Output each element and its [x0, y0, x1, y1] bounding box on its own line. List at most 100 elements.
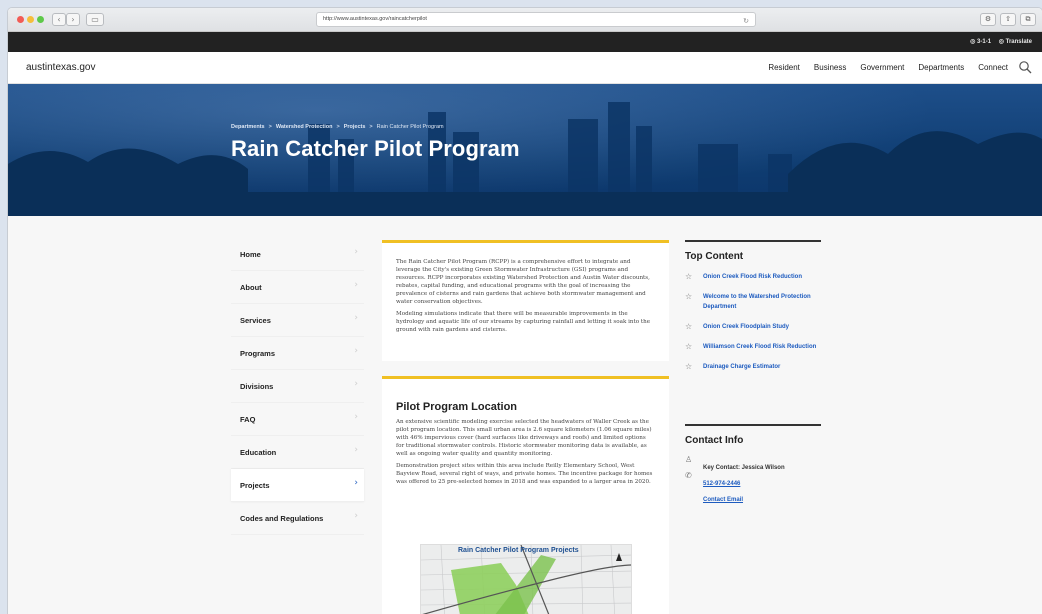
intro-paragraph: The Rain Catcher Pilot Program (RCPP) is…: [396, 259, 650, 305]
star-icon: ☆: [685, 272, 693, 281]
divider: [685, 240, 821, 242]
top-content-link[interactable]: Welcome to the Watershed Protection Depa…: [703, 292, 821, 312]
chevron-right-icon: ›: [354, 313, 358, 323]
breadcrumb-current: Rain Catcher Pilot Program: [376, 124, 444, 130]
forward-button[interactable]: ›: [66, 13, 80, 26]
top-content-item: ☆ Welcome to the Watershed Protection Dep…: [685, 292, 821, 312]
nav-resident[interactable]: Resident: [768, 63, 800, 72]
top-content-item: ☆ Williamson Creek Flood Risk Reduction: [685, 342, 821, 352]
sidebar-item-education[interactable]: Education ›: [231, 436, 364, 469]
chevron-right-icon: ›: [354, 247, 358, 257]
chevron-right-icon: ›: [354, 478, 358, 488]
phone-icon: ✆: [685, 471, 692, 480]
chevron-right-icon: ›: [354, 445, 358, 455]
email-row: Contact Email: [685, 488, 821, 503]
phone-row: ✆ 512-974-2446: [685, 471, 821, 487]
url-text: http://www.austintexas.gov/raincatcherpi…: [323, 16, 427, 22]
sidebar-item-about[interactable]: About ›: [231, 271, 364, 304]
search-icon[interactable]: [1018, 60, 1032, 74]
sidebar-nav: Home › About › Services › Programs › Divisio…: [231, 238, 364, 535]
reload-icon[interactable]: ↻: [743, 15, 749, 28]
star-icon: ☆: [685, 362, 693, 371]
translate-link[interactable]: ◎ Translate: [999, 39, 1032, 45]
intro-card: The Rain Catcher Pilot Program (RCPP) is…: [382, 240, 669, 361]
top-content-link[interactable]: Onion Creek Floodplain Study: [703, 322, 821, 332]
breadcrumb-separator: >: [268, 124, 272, 130]
site-header: austintexas.gov Resident Business Govern…: [8, 52, 1042, 84]
sidebar-toggle-button[interactable]: ▭: [86, 13, 104, 26]
star-icon: ☆: [685, 292, 693, 301]
city-skyline-image: [8, 102, 1042, 216]
breadcrumb: Departments > Watershed Protection > Project…: [231, 124, 444, 130]
top-content-link[interactable]: Williamson Creek Flood Risk Reduction: [703, 342, 821, 352]
breadcrumb-separator: >: [369, 124, 373, 130]
sidebar-item-label: Projects: [240, 481, 270, 490]
chevron-right-icon: ›: [354, 511, 358, 521]
sidebar-item-label: Programs: [240, 349, 276, 358]
contact-email-link[interactable]: Contact Email: [703, 497, 743, 503]
location-paragraph: An extensive scientific modeling exercis…: [396, 419, 652, 457]
star-icon: ☆: [685, 342, 693, 351]
phone-link[interactable]: 512-974-2446: [703, 481, 740, 487]
sidebar-item-services[interactable]: Services ›: [231, 304, 364, 337]
key-contact-text: Key Contact: Jessica Wilson: [703, 465, 785, 471]
hero-banner: Departments > Watershed Protection > Project…: [8, 84, 1042, 216]
top-content-link[interactable]: Drainage Charge Estimator: [703, 362, 821, 372]
sidebar-item-label: Services: [240, 316, 271, 325]
browser-toolbar: ‹ › ▭ http://www.austintexas.gov/raincat…: [8, 8, 1042, 32]
location-paragraph: Demonstration project sites within this …: [396, 463, 653, 485]
close-window-button[interactable]: [17, 16, 24, 23]
phone-311-link[interactable]: ◎ 3-1-1: [970, 39, 991, 45]
minimize-window-button[interactable]: [27, 16, 34, 23]
top-content-link[interactable]: Onion Creek Flood Risk Reduction: [703, 272, 821, 282]
top-content-item: ☆ Onion Creek Floodplain Study: [685, 322, 821, 332]
phone-311-label: 3-1-1: [977, 39, 992, 45]
nav-departments[interactable]: Departments: [918, 63, 964, 72]
sidebar-item-divisions[interactable]: Divisions ›: [231, 370, 364, 403]
site-logo[interactable]: austintexas.gov: [26, 62, 96, 73]
sidebar-item-home[interactable]: Home ›: [231, 238, 364, 271]
breadcrumb-departments[interactable]: Departments: [231, 124, 265, 130]
utility-bar: ◎ 3-1-1 ◎ Translate: [8, 32, 1042, 52]
sidebar-item-label: Education: [240, 448, 277, 457]
sidebar-item-label: Home: [240, 250, 261, 259]
location-heading: Pilot Program Location: [396, 401, 518, 413]
settings-icon[interactable]: ⚙: [980, 13, 996, 26]
sidebar-item-projects[interactable]: Projects ›: [231, 469, 364, 502]
sidebar-item-label: Divisions: [240, 382, 274, 391]
maximize-window-button[interactable]: [37, 16, 44, 23]
browser-window: ‹ › ▭ http://www.austintexas.gov/raincat…: [8, 8, 1042, 614]
sidebar-item-codes-and-regulations[interactable]: Codes and Regulations ›: [231, 502, 364, 535]
chevron-right-icon: ›: [354, 280, 358, 290]
sidebar-item-label: FAQ: [240, 415, 256, 424]
intro-paragraph: Modeling simulations indicate that there…: [396, 311, 651, 333]
main-content: Home › About › Services › Programs › Divisio…: [8, 216, 1042, 614]
divider: [685, 424, 821, 426]
sidebar-item-label: About: [240, 283, 262, 292]
nav-connect[interactable]: Connect: [978, 63, 1008, 72]
chevron-right-icon: ›: [354, 379, 358, 389]
breadcrumb-watershed[interactable]: Watershed Protection: [276, 124, 333, 130]
share-icon[interactable]: ⇧: [1000, 13, 1016, 26]
sidebar-item-faq[interactable]: FAQ ›: [231, 403, 364, 436]
top-content-heading: Top Content: [685, 251, 744, 262]
top-content-panel: Top Content ☆ Onion Creek Flood Risk Redu…: [685, 240, 821, 382]
sidebar-item-programs[interactable]: Programs ›: [231, 337, 364, 370]
person-icon: ♙: [685, 455, 693, 464]
chevron-right-icon: ›: [354, 346, 358, 356]
contact-panel: Contact Info ♙ Key Contact: Jessica Wilso…: [685, 424, 821, 504]
map-title: Rain Catcher Pilot Program Projects: [458, 547, 579, 554]
location-card: Pilot Program Location An extensive scie…: [382, 376, 669, 614]
project-map-image[interactable]: Rain Catcher Pilot Program Projects: [420, 544, 632, 614]
top-content-item: ☆ Onion Creek Flood Risk Reduction: [685, 272, 821, 282]
key-contact-row: ♙ Key Contact: Jessica Wilson: [685, 455, 821, 471]
tabs-icon[interactable]: ⧉: [1020, 13, 1036, 26]
top-content-item: ☆ Drainage Charge Estimator: [685, 362, 821, 372]
back-button[interactable]: ‹: [52, 13, 66, 26]
breadcrumb-projects[interactable]: Projects: [344, 124, 366, 130]
nav-government[interactable]: Government: [860, 63, 904, 72]
star-icon: ☆: [685, 322, 693, 331]
address-bar[interactable]: http://www.austintexas.gov/raincatcherpi…: [316, 12, 756, 27]
nav-business[interactable]: Business: [814, 63, 846, 72]
main-nav: Resident Business Government Departments…: [768, 63, 1008, 72]
